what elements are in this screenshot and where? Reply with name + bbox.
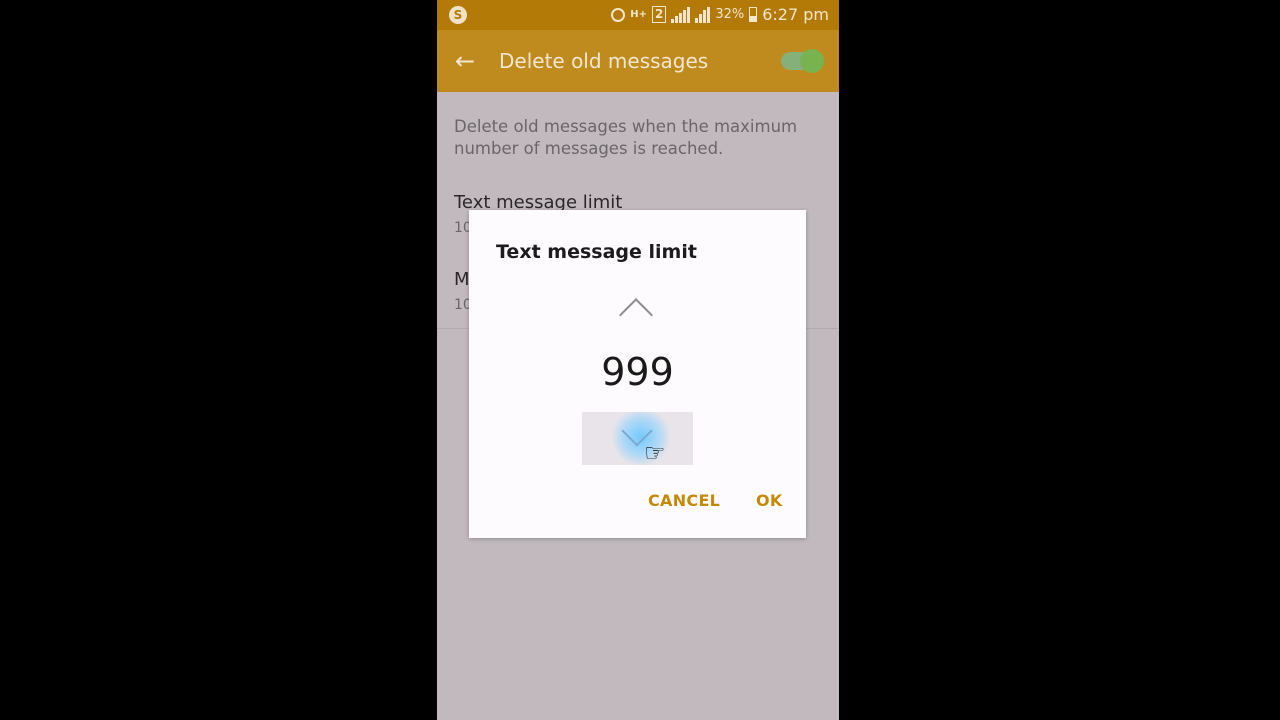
back-arrow-icon[interactable]: ← (455, 47, 475, 75)
app-notification-icon: S (449, 6, 467, 24)
hand-pointer-icon: ☞ (644, 439, 666, 467)
picker-value[interactable]: 999 (469, 350, 806, 394)
signal-icon (671, 6, 691, 23)
number-picker-dialog: Text message limit 999 ☞ CANCEL OK (469, 210, 806, 538)
alarm-icon (611, 7, 626, 22)
toggle-knob (800, 49, 824, 73)
battery-icon (749, 7, 758, 22)
sim-slot-badge: 2 (651, 6, 667, 23)
cancel-button[interactable]: CANCEL (648, 491, 720, 510)
decrement-button[interactable] (582, 412, 693, 465)
dialog-title: Text message limit (496, 241, 697, 263)
delete-old-messages-toggle[interactable] (781, 49, 824, 73)
settings-description: Delete old messages when the maximum num… (454, 117, 798, 158)
page-title: Delete old messages (499, 49, 709, 73)
signal-icon-2 (695, 6, 711, 23)
app-bar: ← Delete old messages (437, 30, 839, 92)
status-icons: H+ 2 32% 6:27 pm (611, 5, 829, 24)
chevron-up-icon[interactable] (619, 298, 653, 332)
setting-title: M (454, 269, 470, 290)
status-bar: S H+ 2 32% 6:27 pm (437, 0, 839, 30)
battery-percent: 32% (715, 7, 745, 22)
clock-time: 6:27 pm (762, 5, 829, 24)
ok-button[interactable]: OK (756, 491, 783, 510)
network-type: H+ (630, 8, 647, 20)
